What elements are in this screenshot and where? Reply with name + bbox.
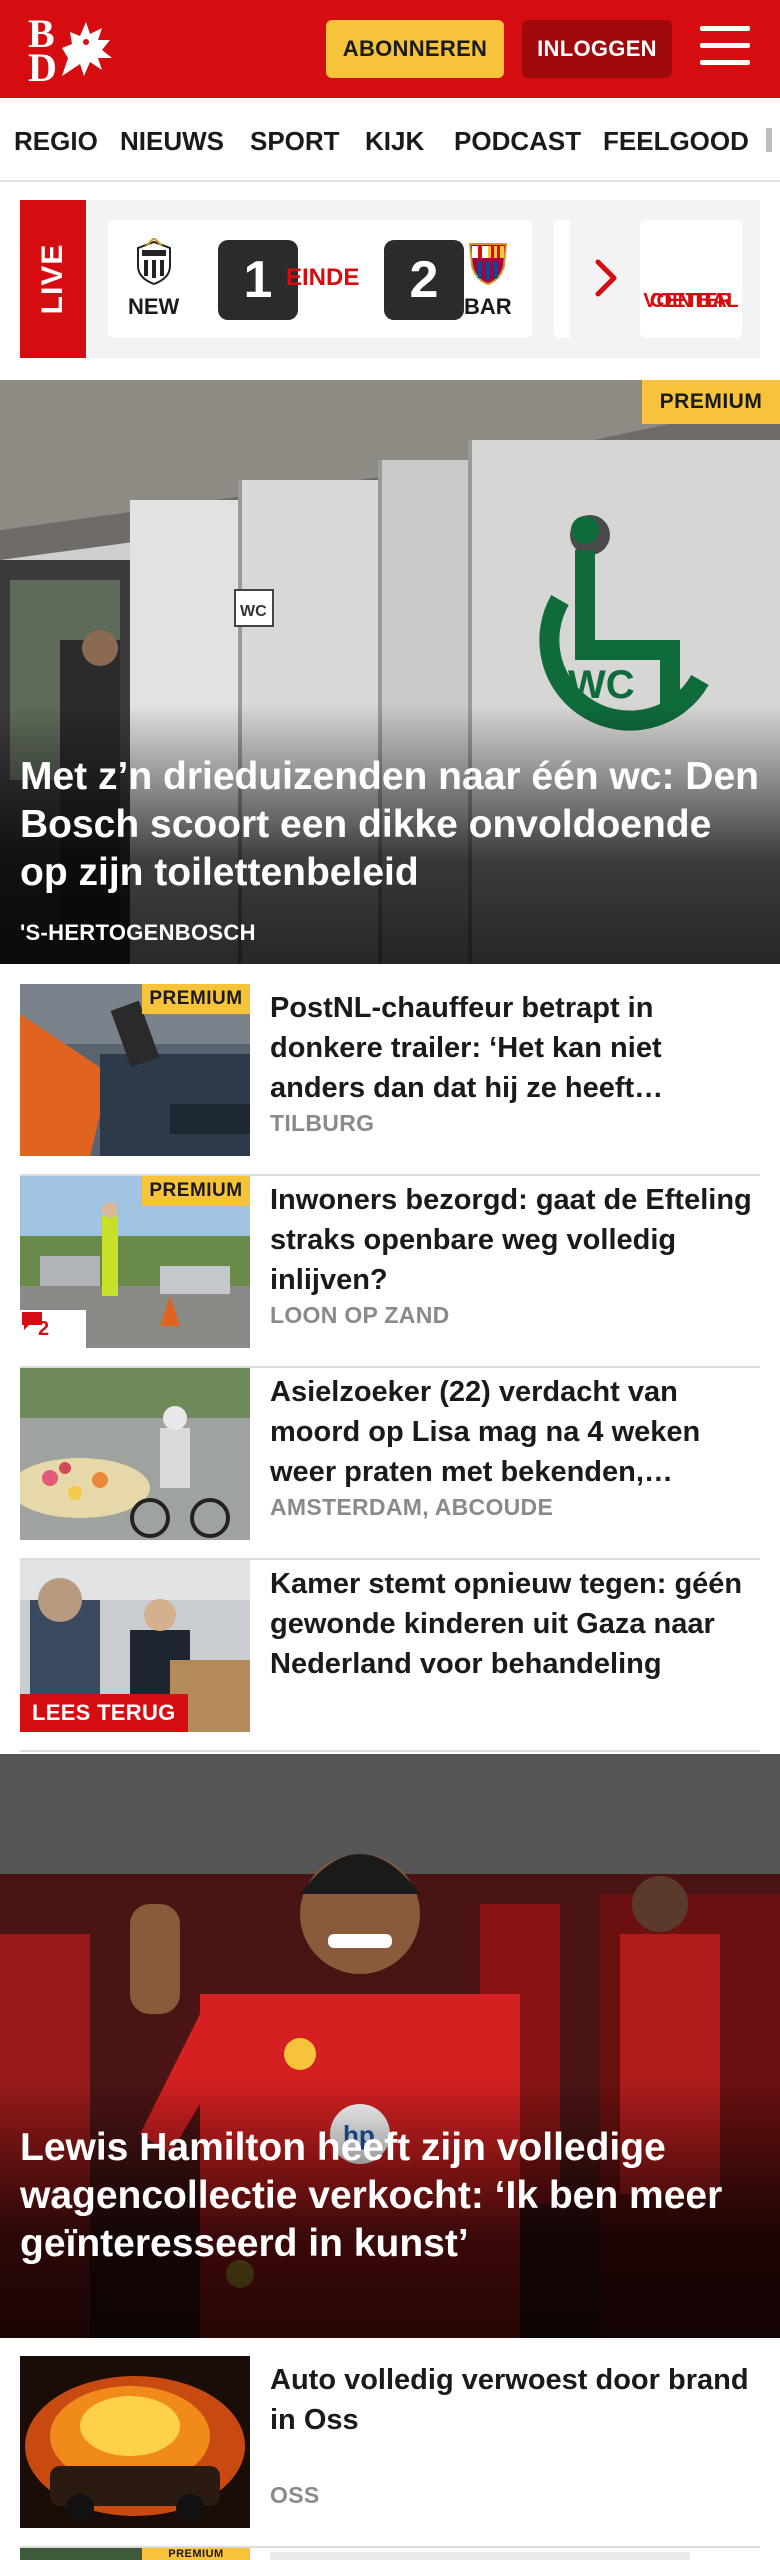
site-header: B D ABONNEREN INLOGGEN [0, 0, 780, 98]
login-button[interactable]: INLOGGEN [522, 20, 672, 78]
svg-text:WC: WC [568, 663, 635, 707]
list-item[interactable]: PREMIUM 2 Inwoners bezorgd: gaat de Efte… [20, 1176, 760, 1368]
premium-badge: PREMIUM [642, 380, 780, 424]
subscribe-button[interactable]: ABONNEREN [326, 20, 504, 78]
premium-badge: PREMIUM [142, 1176, 250, 1206]
hero-headline[interactable]: Met z’n drieduizenden naar één wc: Den B… [20, 753, 760, 897]
nav-item-nieuws[interactable]: NIEUWS [120, 126, 224, 157]
article-thumbnail[interactable]: PREMIUM 2 [20, 1176, 250, 1348]
next-match-card[interactable] [554, 220, 570, 338]
voetbal-center-link[interactable]: VOETBAL CENTER [640, 220, 742, 338]
bd-logo[interactable]: B D [26, 14, 116, 88]
hamburger-icon[interactable] [700, 26, 752, 72]
premium-badge: PREMIUM [142, 2548, 250, 2560]
newcastle-crest-icon [137, 238, 171, 286]
section-nav: REGIO NIEUWS SPORT KIJK PODCAST FEELGOOD [0, 98, 780, 182]
lees-terug-badge: LEES TERUG [20, 1694, 188, 1732]
match-card[interactable]: NEW 1 EINDE 2 BAR [108, 220, 532, 338]
barcelona-crest-icon [468, 243, 508, 286]
article-title-placeholder [270, 2552, 690, 2560]
live-scores-strip: LIVE NEW 1 EINDE 2 BAR VOETBAL CENTER [20, 200, 760, 358]
nav-item-feelgood[interactable]: FEELGOOD [603, 126, 749, 157]
article-title[interactable]: Asielzoeker (22) verdacht van moord op L… [270, 1372, 760, 1492]
away-team-name: BAR [464, 294, 512, 319]
nav-item-podcast[interactable]: PODCAST [454, 126, 581, 157]
article-location: LOON OP ZAND [270, 1302, 450, 1328]
article-location: AMSTERDAM, ABCOUDE [270, 1494, 554, 1520]
nav-item-kijk[interactable]: KIJK [365, 126, 424, 157]
dragon-icon [62, 22, 112, 76]
article-thumbnail[interactable]: LEES TERUG [20, 1560, 250, 1732]
article-title[interactable]: Kamer stemt opnieuw tegen: géén gewonde … [270, 1564, 760, 1684]
list-item[interactable]: Asielzoeker (22) verdacht van moord op L… [20, 1368, 760, 1560]
article-thumbnail[interactable] [20, 2356, 250, 2528]
nav-overflow-indicator [766, 128, 772, 152]
list-item[interactable]: Auto volledig verwoest door brand in Oss… [20, 2356, 760, 2548]
comment-count[interactable]: 2 [20, 1310, 86, 1348]
article-thumbnail[interactable]: PREMIUM [20, 2548, 250, 2560]
home-team-name: NEW [128, 294, 180, 319]
hero-article[interactable]: WC WC PREMIUM Met z’n drieduizenden naar… [0, 380, 780, 964]
nav-item-regio[interactable]: REGIO [14, 126, 98, 157]
list-item[interactable]: LEES TERUG Kamer stemt opnieuw tegen: gé… [20, 1560, 760, 1752]
article-thumbnail[interactable]: PREMIUM [20, 984, 250, 1156]
hero-article[interactable]: hp Lewis Hamilton heeft zijn volledige w… [0, 1754, 780, 2338]
match-status: EINDE [286, 264, 360, 291]
logo-letter-d: D [28, 45, 57, 90]
premium-badge: PREMIUM [142, 984, 250, 1014]
nav-item-sport[interactable]: SPORT [250, 126, 340, 157]
live-label: LIVE [20, 200, 86, 358]
hero-location: 'S-HERTOGENBOSCH [20, 920, 256, 945]
article-title[interactable]: Auto volledig verwoest door brand in Oss [270, 2360, 760, 2440]
list-item[interactable]: PREMIUM PostNL-chauffeur betrapt in donk… [20, 984, 760, 1176]
svg-text:WC: WC [240, 603, 267, 620]
away-score: 2 [384, 240, 464, 320]
article-location: OSS [270, 2482, 320, 2508]
chevron-right-icon[interactable] [594, 258, 618, 298]
article-title[interactable]: PostNL-chauffeur betrapt in donkere trai… [270, 988, 760, 1108]
comment-icon [22, 1312, 42, 1330]
article-title[interactable]: Inwoners bezorgd: gaat de Efteling strak… [270, 1180, 760, 1300]
hero-headline[interactable]: Lewis Hamilton heeft zijn volledige wage… [20, 2124, 760, 2268]
article-location: TILBURG [270, 1110, 375, 1136]
article-thumbnail[interactable] [20, 1368, 250, 1540]
list-item[interactable]: PREMIUM [20, 2548, 760, 2560]
